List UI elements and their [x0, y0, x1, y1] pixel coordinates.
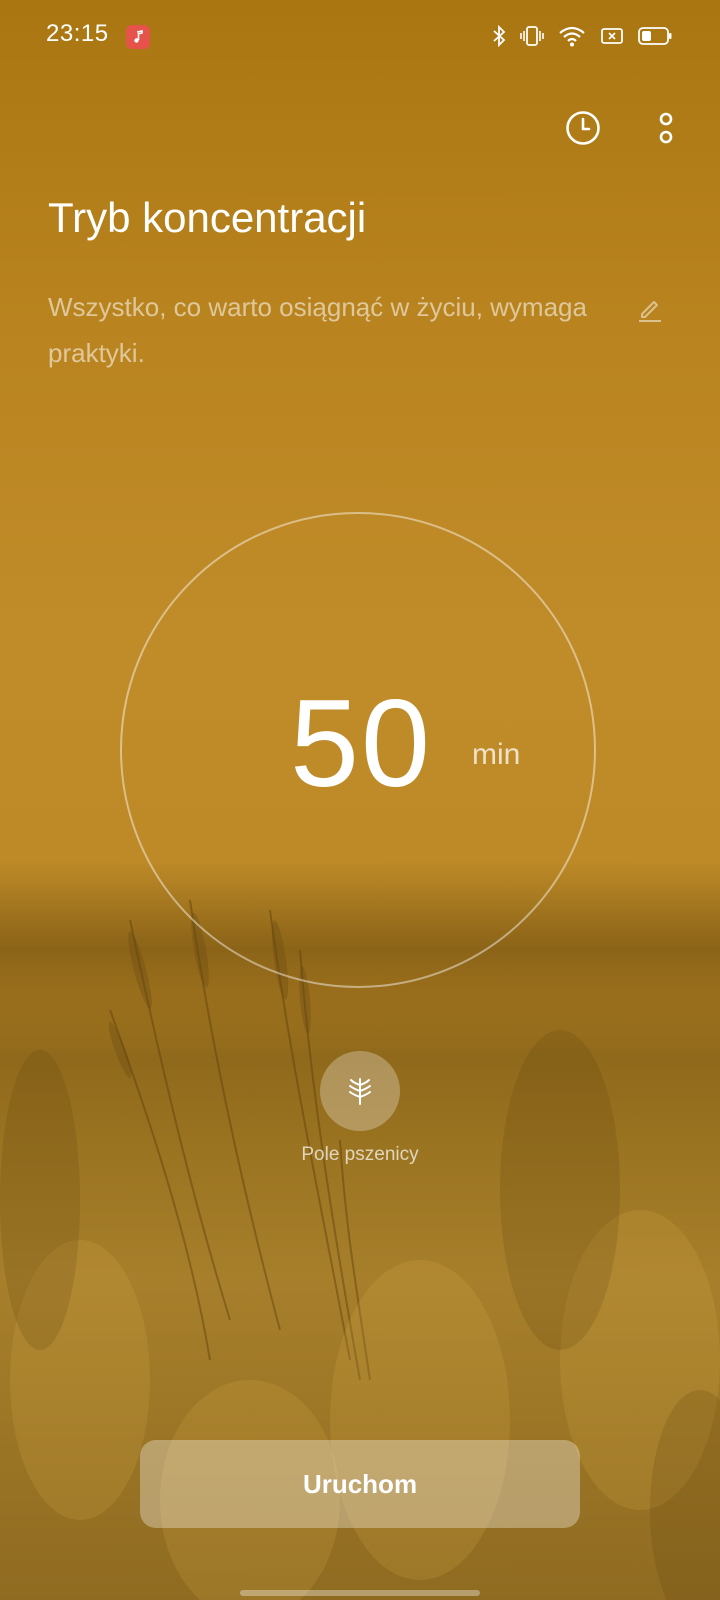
edit-pencil-icon — [639, 301, 661, 322]
more-vertical-icon — [659, 112, 673, 144]
wifi-icon — [558, 25, 586, 47]
status-bar: 23:15 — [0, 0, 720, 72]
scene-label: Pole pszenicy — [301, 1144, 419, 1165]
music-note-icon — [126, 25, 150, 49]
more-options-button[interactable] — [646, 106, 686, 150]
history-button[interactable] — [563, 108, 603, 148]
sim-card-x-icon — [600, 26, 624, 46]
page-title: Tryb koncentracji — [48, 194, 367, 241]
bluetooth-icon — [492, 25, 506, 47]
edit-quote-button[interactable] — [634, 294, 664, 324]
scene-selector-button[interactable] — [320, 1051, 400, 1131]
home-indicator[interactable] — [240, 1590, 480, 1596]
focus-mode-screen: 23:15 Tryb koncentracji Wszystko, co war… — [0, 0, 720, 1600]
status-time: 23:15 — [46, 20, 109, 47]
vibrate-icon — [520, 25, 544, 47]
start-button[interactable]: Uruchom — [140, 1440, 580, 1528]
clock-icon — [566, 111, 600, 145]
motivational-quote[interactable]: Wszystko, co warto osiągnąć w życiu, wym… — [48, 284, 588, 376]
timer-minutes-value: 50 — [290, 675, 432, 813]
battery-icon — [638, 26, 672, 46]
status-icons — [492, 22, 672, 50]
timer-unit-label: min — [472, 738, 521, 771]
wheat-icon — [349, 1078, 371, 1105]
